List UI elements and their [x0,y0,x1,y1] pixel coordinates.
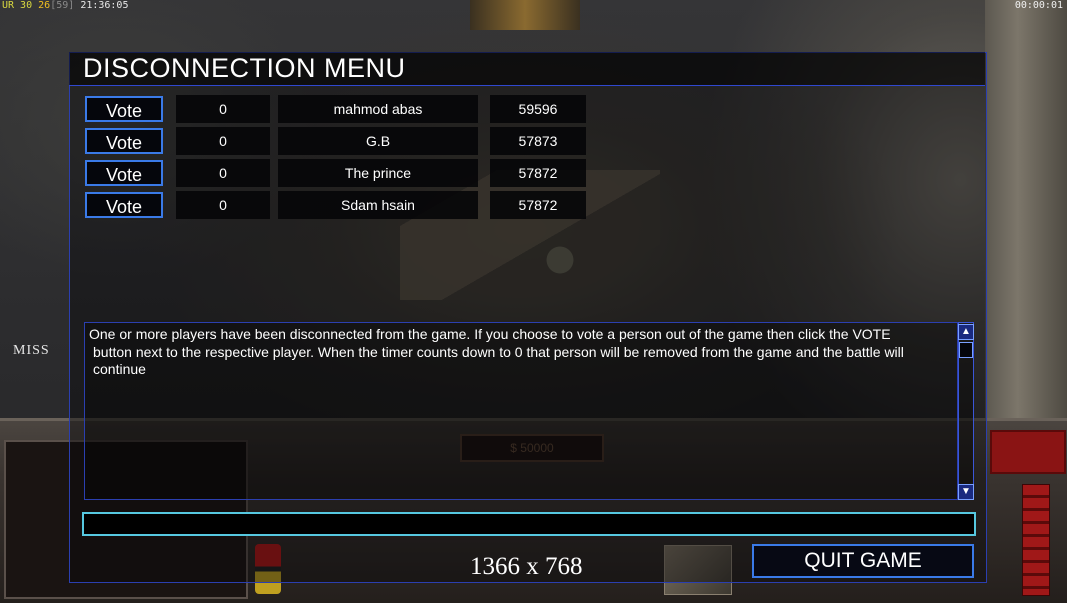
vote-button[interactable]: Vote [85,160,163,186]
power-meter [1022,484,1050,596]
miss-label: MISS [13,343,50,358]
fps-readout: UR 30 26[59] 21:36:05 [2,0,128,12]
quit-game-button[interactable]: QUIT GAME [752,544,974,578]
player-name: G.B [278,127,478,155]
vote-button[interactable]: Vote [85,128,163,154]
system-clock: 21:36:05 [80,0,129,11]
vote-button[interactable]: Vote [85,96,163,122]
player-name: mahmod abas [278,95,478,123]
scroll-up-arrow-icon[interactable]: ▲ [958,324,974,340]
disconnect-timer: 59596 [490,95,586,123]
vote-count: 0 [176,159,270,187]
resolution-label: 1366 x 768 [470,553,583,580]
vote-button[interactable]: Vote [85,192,163,218]
map-structure [470,0,580,30]
dialog-title: DISCONNECTION MENU [83,53,406,83]
rock-cliff [985,0,1067,420]
chat-input[interactable] [82,512,976,536]
vote-count: 0 [176,127,270,155]
vote-count: 0 [176,95,270,123]
fps-bracket: [59] [50,0,75,11]
disconnect-timer: 57872 [490,159,586,187]
disconnect-timer: 57873 [490,127,586,155]
disconnect-message: One or more players have been disconnect… [89,326,954,379]
game-timer: 00:00:01 [1014,0,1063,11]
fps-value: 26 [38,0,51,11]
message-line: button next to the respective player. Wh… [93,343,904,378]
disconnect-timer: 57872 [490,191,586,219]
message-line: One or more players have been disconnect… [89,326,891,342]
player-name: Sdam hsain [278,191,478,219]
fps-prefix: UR 30 [2,0,33,11]
player-name: The prince [278,159,478,187]
general-star-button [990,430,1066,474]
scroll-down-arrow-icon[interactable]: ▼ [958,484,974,500]
scroll-thumb[interactable] [959,342,973,358]
vote-count: 0 [176,191,270,219]
